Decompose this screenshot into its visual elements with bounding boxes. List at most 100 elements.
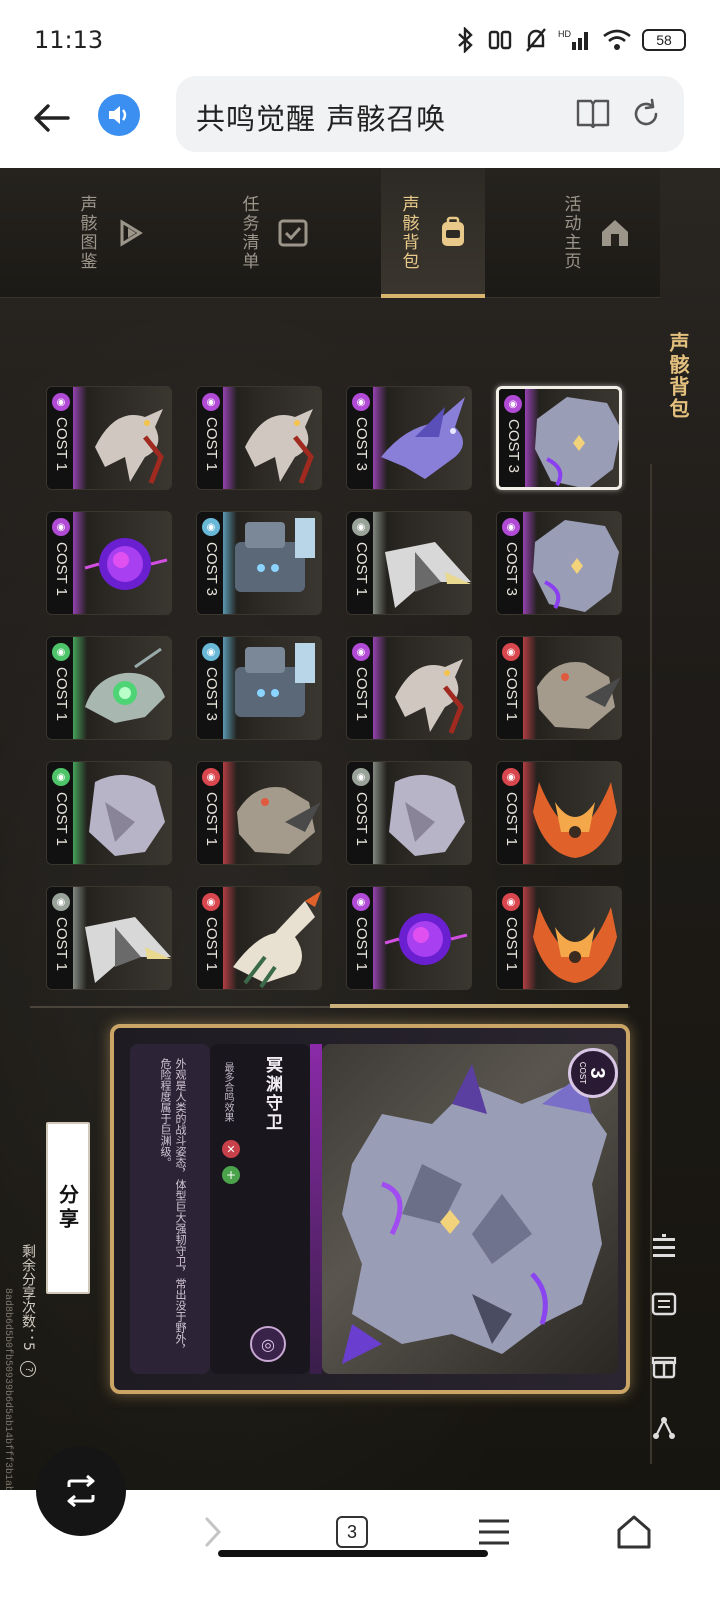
fusion-element-icon: ◉ xyxy=(502,643,520,661)
tab-echo-catalog[interactable]: 声骸图鉴 xyxy=(56,168,166,298)
bird-echo-art xyxy=(395,659,464,734)
read-aloud-button[interactable] xyxy=(98,94,140,136)
echo-card[interactable]: ◉ COST 1 xyxy=(346,511,472,615)
card-cost-label: COST 1 xyxy=(353,542,370,596)
echo-card[interactable]: ◉ COST 3 xyxy=(196,511,322,615)
speaker-icon xyxy=(109,106,127,124)
echo-card[interactable]: ◉ COST 1 xyxy=(496,761,622,865)
vibrate-icon xyxy=(488,30,512,50)
scroll-thumb[interactable] xyxy=(330,1004,628,1008)
wifi-icon xyxy=(603,29,631,50)
echo-card[interactable]: ◉ COST 1 xyxy=(196,386,322,490)
echo-card[interactable]: ◉ COST 1 xyxy=(496,886,622,990)
card-cost-label: COST 3 xyxy=(353,417,370,471)
echo-card[interactable]: ◉ COST 1 xyxy=(46,886,172,990)
battery-indicator: 58 xyxy=(642,29,686,51)
spike-echo-art xyxy=(385,542,471,608)
help-icon[interactable]: ? xyxy=(20,1361,36,1378)
tab-task-list[interactable]: 任务清单 xyxy=(218,168,328,298)
menu-button[interactable] xyxy=(472,1510,516,1554)
minus-stat-icon: ✕ xyxy=(222,1140,240,1158)
browser-bottom-bar: 3 xyxy=(0,1446,720,1602)
share-remaining-text: 剩余分享次数：5 xyxy=(20,1244,36,1351)
reload-icon[interactable] xyxy=(630,98,662,130)
back-button[interactable] xyxy=(30,96,74,140)
record-icon[interactable] xyxy=(646,1286,682,1322)
fusion-element-icon: ◉ xyxy=(202,768,220,786)
ghost-echo-art xyxy=(389,774,465,856)
tab-label: 任务清单 xyxy=(238,195,259,271)
share-button[interactable]: 分享 xyxy=(46,1122,90,1294)
share-network-icon[interactable] xyxy=(646,1410,682,1446)
status-bar: 11:13 HD 58 xyxy=(0,0,720,80)
echo-description-box: 外观是人类的战斗姿态，体型巨大强韧守卫，常出没于野外，危险程度属于巨渊级。 xyxy=(130,1044,210,1374)
card-cost-label: COST 1 xyxy=(53,792,70,846)
havoc-element-icon: ◉ xyxy=(352,893,370,911)
echo-name: 冥渊守卫 xyxy=(262,1056,282,1132)
echo-card[interactable]: ◉ COST 1 xyxy=(496,636,622,740)
fusion-element-icon: ◉ xyxy=(502,768,520,786)
glacio-element-icon: ◉ xyxy=(202,643,220,661)
echo-card[interactable]: ◉ COST 1 xyxy=(346,636,472,740)
gift-icon[interactable] xyxy=(646,1348,682,1384)
beast-echo-art xyxy=(535,397,619,487)
ghost-echo-art xyxy=(89,774,165,856)
aero-element-icon: ◉ xyxy=(52,768,70,786)
home-icon xyxy=(601,220,628,246)
aero-element-icon: ◉ xyxy=(52,893,70,911)
card-cost-label: COST 1 xyxy=(503,792,520,846)
havoc-element-icon: ◉ xyxy=(502,518,520,536)
echo-sonata-label: 最多合鸣效果 xyxy=(222,1062,233,1122)
card-cost-label: COST 1 xyxy=(53,917,70,971)
signal-icon: HD xyxy=(558,29,588,50)
card-cost-label: COST 1 xyxy=(203,792,220,846)
checklist-icon xyxy=(278,219,307,247)
echo-card[interactable]: ◉ COST 1 xyxy=(46,636,172,740)
cost-label: COST xyxy=(578,1061,588,1085)
echo-card[interactable]: ◉ COST 3 xyxy=(496,386,622,490)
echo-card[interactable]: ◉ COST 1 xyxy=(46,511,172,615)
status-icons: HD 58 xyxy=(454,27,686,53)
echo-card[interactable]: ◉ COST 1 xyxy=(196,761,322,865)
echo-card[interactable]: ◉ COST 1 xyxy=(346,886,472,990)
echo-card[interactable]: ◉ COST 1 xyxy=(46,761,172,865)
dragon-echo-art xyxy=(381,397,465,479)
tab-label: 声骸背包 xyxy=(398,195,419,271)
fusion-element-icon: ◉ xyxy=(202,893,220,911)
tab-label: 声骸图鉴 xyxy=(76,195,97,271)
golem-echo-art xyxy=(235,518,315,592)
card-cost-label: COST 3 xyxy=(503,542,520,596)
tab-echo-backpack[interactable]: 声骸背包 xyxy=(381,168,485,298)
tabs-button[interactable]: 3 xyxy=(330,1510,374,1554)
echo-card[interactable]: ◉ COST 1 xyxy=(46,386,172,490)
havoc-element-icon: ◉ xyxy=(52,393,70,411)
address-bar[interactable]: 共鸣觉醒 声骸召唤 xyxy=(176,76,684,152)
echo-info-column: 冥渊守卫 最多合鸣效果 ✕ + ◎ xyxy=(210,1044,310,1374)
gesture-home-indicator[interactable] xyxy=(218,1550,488,1557)
card-cost-label: COST 1 xyxy=(203,417,220,471)
backpack-icon xyxy=(441,216,464,246)
echo-card[interactable]: ◉ COST 3 xyxy=(496,511,622,615)
echo-card[interactable]: ◉ COST 3 xyxy=(346,386,472,490)
bars-icon xyxy=(653,1234,675,1257)
card-cost-label: COST 1 xyxy=(203,917,220,971)
echo-card[interactable]: ◉ COST 3 xyxy=(196,636,322,740)
browser-toolbar: 共鸣觉醒 声骸召唤 xyxy=(0,76,720,168)
aero-element-icon: ◉ xyxy=(352,518,370,536)
menu-icon[interactable] xyxy=(646,1230,682,1266)
forward-button[interactable] xyxy=(190,1510,234,1554)
reader-mode-icon[interactable] xyxy=(576,98,610,128)
tab-count: 3 xyxy=(336,1516,368,1548)
tab-event-home[interactable]: 活动主页 xyxy=(540,168,650,298)
havoc-element-icon: ◉ xyxy=(52,518,70,536)
aero-element-icon: ◉ xyxy=(352,768,370,786)
floating-action-button[interactable] xyxy=(36,1446,126,1536)
echo-card[interactable]: ◉ COST 1 xyxy=(196,886,322,990)
wyvern-echo-art xyxy=(233,891,321,989)
catalog-icon xyxy=(120,219,143,247)
swap-icon xyxy=(67,1475,95,1507)
echo-card[interactable]: ◉ COST 1 xyxy=(346,761,472,865)
card-cost-label: COST 1 xyxy=(353,917,370,971)
home-button[interactable] xyxy=(612,1510,656,1554)
chevron-right-icon xyxy=(205,1517,222,1547)
